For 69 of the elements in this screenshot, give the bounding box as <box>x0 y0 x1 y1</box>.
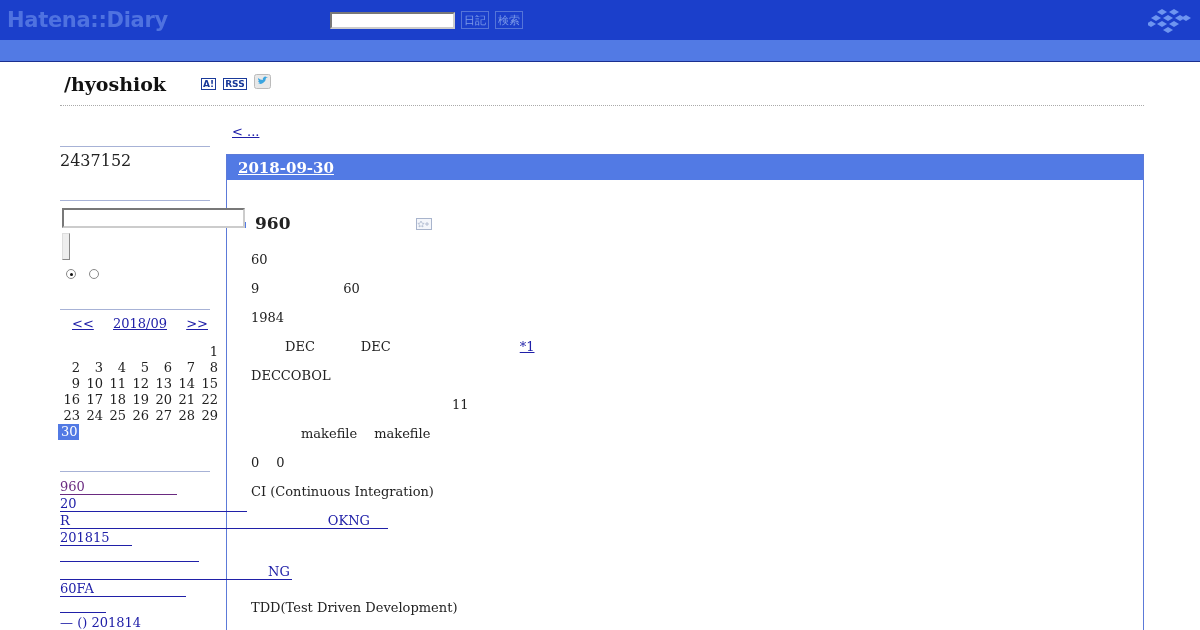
date-link[interactable]: 2018-09-30 <box>238 158 334 177</box>
paragraph-text: 60 <box>251 251 268 269</box>
previous-link[interactable]: < ... <box>232 124 370 139</box>
paragraph-text: DEC <box>285 338 315 356</box>
radio-button[interactable] <box>66 269 76 279</box>
paragraph-text: DECCOBOL <box>251 367 331 385</box>
paragraph-text: 11 <box>452 396 469 414</box>
calendar-day[interactable]: 7 <box>173 360 196 376</box>
calendar-day[interactable]: 28 <box>173 408 196 424</box>
calendar-day[interactable]: 4 <box>104 360 127 376</box>
section-title: 960 <box>255 213 291 233</box>
paragraph-text: CI (Continuous Integration) <box>251 483 434 501</box>
search-field[interactable] <box>330 11 455 29</box>
entry-link[interactable]: 960 <box>60 479 177 495</box>
calendar-day[interactable]: 21 <box>173 392 196 408</box>
calendar-day[interactable]: 3 <box>81 360 104 376</box>
entry-link[interactable]: — () 201814 <box>60 615 142 630</box>
entry-link[interactable]: 20 <box>60 496 247 512</box>
calendar-day[interactable]: 5 <box>127 360 150 376</box>
entry-link[interactable]: NG <box>60 564 292 580</box>
paragraph-text: 0 <box>276 454 285 472</box>
entry-link[interactable]: 201815 <box>60 530 132 546</box>
paragraph-text: 9 <box>251 280 260 298</box>
previous-month-link[interactable]: << <box>72 316 94 331</box>
calendar-day[interactable]: 11 <box>104 376 127 392</box>
entry-link[interactable]: 60FA <box>60 581 186 597</box>
entry-link[interactable]: R OKNG <box>60 513 388 529</box>
paragraph-text: makefile <box>301 425 358 443</box>
calendar-day[interactable]: 25 <box>104 408 127 424</box>
visitor-counter: 2437152 <box>60 151 133 171</box>
calendar-day[interactable]: 24 <box>81 408 104 424</box>
search-field[interactable] <box>62 208 245 228</box>
diamond-pattern-icon <box>1148 6 1192 36</box>
calendar-day[interactable]: 9 <box>58 376 81 392</box>
calendar-day[interactable]: 17 <box>81 392 104 408</box>
blog-title[interactable]: /hyoshiok <box>64 72 167 95</box>
search-button[interactable] <box>62 233 70 260</box>
footnote-link[interactable]: *1 <box>519 332 535 361</box>
calendar-day[interactable]: 16 <box>58 392 81 408</box>
paragraph-text: DEC <box>360 338 391 356</box>
calendar-day[interactable]: 19 <box>127 392 150 408</box>
calendar-day[interactable]: 12 <box>127 376 150 392</box>
feed-badge[interactable]: RSS <box>223 77 247 90</box>
calendar-day[interactable]: 10 <box>81 376 104 392</box>
paragraph-text: 60 <box>343 280 360 298</box>
paragraph-text: 0 <box>251 454 260 472</box>
calendar-day[interactable]: 1 <box>196 344 219 360</box>
calendar-day[interactable]: 8 <box>196 360 219 376</box>
calendar-day[interactable]: 30 <box>58 424 79 440</box>
month-link[interactable]: 2018/09 <box>113 316 167 331</box>
calendar-day[interactable]: 29 <box>196 408 219 424</box>
calendar-day[interactable]: 6 <box>150 360 173 376</box>
calendar-day[interactable]: 2 <box>58 360 81 376</box>
radio-button[interactable] <box>89 269 99 279</box>
next-month-link[interactable]: >> <box>186 316 208 331</box>
calendar-day[interactable]: 22 <box>196 392 219 408</box>
calendar-day[interactable]: 18 <box>104 392 127 408</box>
calendar-day[interactable]: 13 <box>150 376 173 392</box>
calendar-day[interactable]: 14 <box>173 376 196 392</box>
calendar-day[interactable]: 20 <box>150 392 173 408</box>
bird-icon[interactable] <box>253 74 271 89</box>
paragraph-text: TDD(Test Driven Development) <box>251 599 458 617</box>
calendar-day[interactable]: 26 <box>127 408 150 424</box>
calendar-day[interactable]: 27 <box>150 408 173 424</box>
paragraph-text: makefile <box>374 425 431 443</box>
feed-badge[interactable]: A! <box>201 77 217 90</box>
paragraph-text: 1984 <box>251 309 285 327</box>
calendar-day[interactable]: 15 <box>196 376 219 392</box>
calendar-day[interactable]: 23 <box>58 408 81 424</box>
